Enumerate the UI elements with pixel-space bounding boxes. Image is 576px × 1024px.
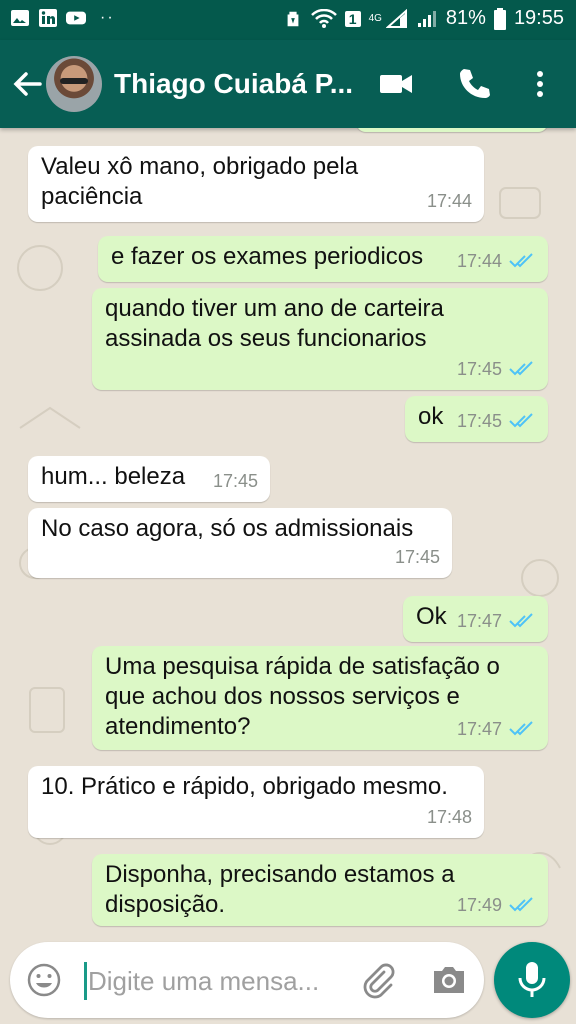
read-ticks-icon — [509, 361, 533, 376]
previous-message-edge — [356, 128, 548, 132]
more-vert-icon[interactable] — [522, 66, 558, 102]
message-bubble[interactable]: e fazer os exames periodicos 17:44 — [98, 236, 548, 282]
mic-button[interactable] — [494, 942, 570, 1018]
battery-percent: 81% — [445, 7, 486, 29]
message-input[interactable] — [88, 962, 358, 1000]
status-bar: ·· 1 4G 81% 19:55 — [0, 0, 576, 40]
paperclip-icon[interactable] — [358, 960, 398, 1000]
arrow-left-icon[interactable] — [12, 68, 44, 100]
read-ticks-icon — [509, 721, 533, 736]
read-ticks-icon — [509, 897, 533, 912]
video-call-icon[interactable] — [378, 66, 414, 102]
avatar[interactable] — [46, 56, 102, 112]
camera-icon[interactable] — [430, 962, 468, 998]
composer-bar — [10, 942, 484, 1018]
clock: 19:55 — [513, 7, 564, 29]
message-time: 17:44 — [456, 251, 502, 271]
message-bubble[interactable]: ok 17:45 — [405, 396, 548, 442]
contact-name[interactable]: Thiago Cuiabá P... — [114, 68, 354, 100]
message-bubble[interactable]: Ok 17:47 — [403, 596, 548, 642]
phone-icon[interactable] — [456, 66, 492, 102]
chat-header: Thiago Cuiabá P... — [0, 40, 576, 128]
emoji-icon[interactable] — [26, 962, 62, 998]
message-bubble[interactable]: hum... beleza 17:45 — [28, 456, 270, 502]
message-bubble[interactable]: Uma pesquisa rápida de satisfação o que … — [92, 646, 548, 750]
battery-icon — [493, 7, 506, 30]
mic-icon — [518, 962, 546, 997]
signal-icon-2 — [417, 10, 436, 27]
message-bubble[interactable]: quando tiver um ano de carteira assinada… — [92, 288, 548, 390]
message-text: 10. Prático e rápido, obrigado mesmo. — [41, 773, 448, 800]
message-time: 17:47 — [456, 611, 502, 631]
message-time: 17:45 — [456, 411, 502, 431]
youtube-notification-icon — [66, 11, 86, 25]
message-bubble[interactable]: Valeu xô mano, obrigado pela paciência 1… — [28, 146, 484, 222]
message-text: Valeu xô mano, obrigado pela paciência — [41, 153, 359, 210]
read-ticks-icon — [509, 253, 533, 268]
wifi-icon — [310, 8, 337, 28]
sim-indicator: 1 — [344, 10, 361, 27]
signal-icon-1 — [385, 8, 407, 28]
message-time: 17:48 — [426, 807, 472, 827]
text-cursor — [84, 962, 87, 1000]
data-saver-icon — [287, 11, 299, 26]
message-bubble[interactable]: Disponha, precisando estamos a disposiçã… — [92, 854, 548, 926]
message-bubble[interactable]: No caso agora, só os admissionais 17:45 — [28, 508, 452, 578]
message-list[interactable]: Valeu xô mano, obrigado pela paciência 1… — [0, 128, 576, 940]
message-time: 17:45 — [212, 471, 258, 491]
network-type: 4G — [368, 13, 382, 24]
message-time: 17:45 — [394, 547, 440, 567]
message-text: No caso agora, só os admissionais — [41, 515, 414, 542]
linkedin-notification-icon — [39, 9, 57, 27]
read-ticks-icon — [509, 613, 533, 628]
message-time: 17:47 — [456, 719, 502, 739]
message-time: 17:49 — [456, 895, 502, 915]
message-time: 17:44 — [426, 191, 472, 211]
message-text: quando tiver um ano de carteira assinada… — [105, 295, 444, 352]
more-notifications-icon: ·· — [100, 9, 115, 26]
message-bubble[interactable]: 10. Prático e rápido, obrigado mesmo. 17… — [28, 766, 484, 838]
gallery-notification-icon — [11, 10, 29, 26]
read-ticks-icon — [509, 413, 533, 428]
message-text: Disponha, precisando estamos a disposiçã… — [105, 861, 455, 918]
message-time: 17:45 — [456, 359, 502, 379]
